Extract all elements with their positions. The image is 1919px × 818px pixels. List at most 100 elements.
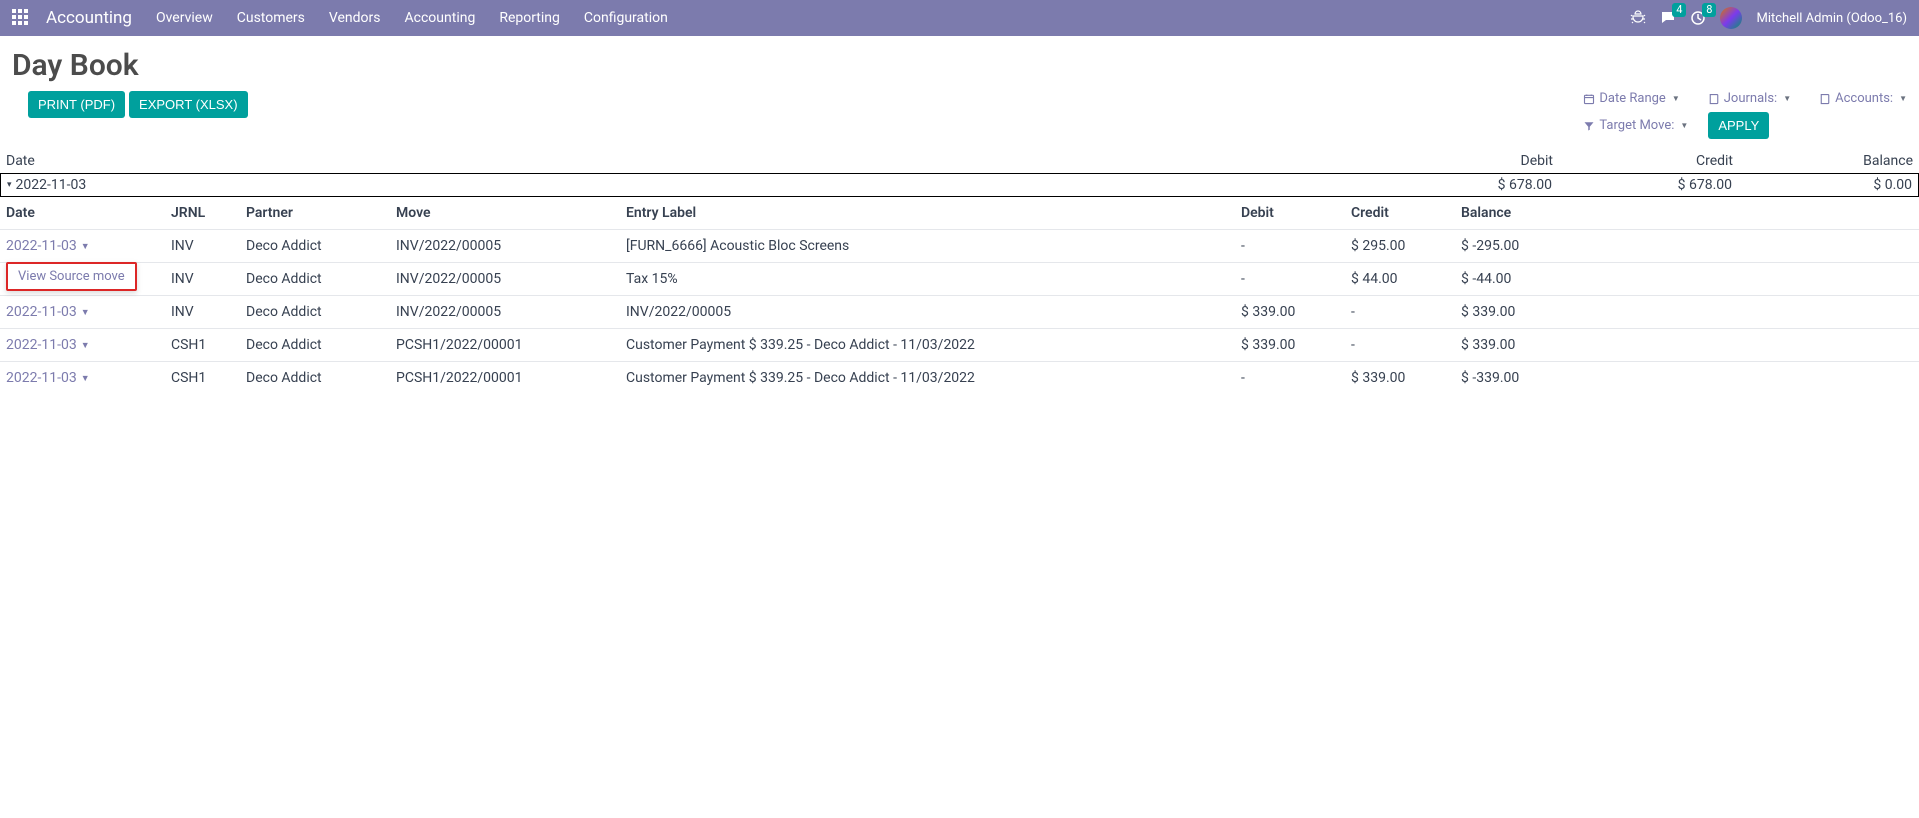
summary-header: Date Debit Credit Balance [0, 149, 1919, 174]
avatar[interactable] [1720, 7, 1742, 29]
print-pdf-button[interactable]: PRINT (PDF) [28, 91, 125, 118]
dh-date: Date [6, 205, 171, 221]
nav-overview[interactable]: Overview [156, 10, 213, 26]
view-source-move-item[interactable]: View Source move [8, 264, 135, 289]
export-xlsx-button[interactable]: EXPORT (XLSX) [129, 91, 248, 118]
row-date-link[interactable]: 2022-11-03 ▼ [6, 370, 90, 386]
row-credit: - [1351, 304, 1461, 320]
accounts-filter[interactable]: Accounts: [1819, 91, 1907, 106]
page-title: Day Book [12, 48, 1907, 83]
row-debit: - [1241, 238, 1351, 254]
summary-row: ▾ 2022-11-03 $ 678.00 $ 678.00 $ 0.00 [0, 174, 1919, 197]
triangle-down-icon: ▾ [7, 180, 12, 190]
row-credit: $ 44.00 [1351, 271, 1461, 287]
row-date-link[interactable]: 2022-11-03 ▼ [6, 304, 90, 320]
table-row: 2022-11-03 ▼CSH1Deco AddictPCSH1/2022/00… [0, 361, 1919, 394]
nav-menu: Overview Customers Vendors Accounting Re… [156, 10, 668, 26]
row-date-link[interactable]: 2022-11-03 ▼ [6, 337, 90, 353]
summary-date-toggle[interactable]: ▾ 2022-11-03 [7, 177, 1372, 193]
date-range-filter[interactable]: Date Range [1583, 91, 1679, 106]
row-partner: Deco Addict [246, 370, 396, 386]
target-move-filter[interactable]: Target Move: [1583, 118, 1688, 133]
app-name[interactable]: Accounting [46, 8, 132, 28]
user-name[interactable]: Mitchell Admin (Odoo_16) [1756, 11, 1907, 26]
row-jrnl: INV [171, 238, 246, 254]
row-jrnl: CSH1 [171, 337, 246, 353]
nav-left: Accounting Overview Customers Vendors Ac… [12, 8, 668, 28]
apply-button[interactable]: APPLY [1708, 112, 1769, 139]
journals-filter[interactable]: Journals: [1708, 91, 1791, 106]
activities-icon[interactable]: 8 [1690, 10, 1706, 26]
col-balance: Balance [1733, 153, 1913, 169]
accounts-label: Accounts: [1835, 91, 1893, 106]
row-entry: Tax 15% [626, 271, 1241, 287]
row-partner: Deco Addict [246, 304, 396, 320]
summary-credit: $ 678.00 [1552, 177, 1732, 193]
row-move: INV/2022/00005 [396, 238, 626, 254]
nav-customers[interactable]: Customers [237, 10, 305, 26]
book-icon [1819, 93, 1831, 105]
messages-icon[interactable]: 4 [1660, 10, 1676, 26]
dh-balance: Balance [1461, 205, 1571, 221]
filter-icon [1583, 120, 1595, 132]
row-entry: [FURN_6666] Acoustic Bloc Screens [626, 238, 1241, 254]
row-partner: Deco Addict [246, 337, 396, 353]
nav-vendors[interactable]: Vendors [329, 10, 381, 26]
journals-label: Journals: [1724, 91, 1777, 106]
row-entry: Customer Payment $ 339.25 - Deco Addict … [626, 337, 1241, 353]
filters-right: Date Range Journals: Accounts: Target Mo… [1583, 91, 1907, 139]
row-jrnl: INV [171, 271, 246, 287]
target-move-label: Target Move: [1599, 118, 1674, 133]
control-bar: PRINT (PDF) EXPORT (XLSX) Date Range Jou… [0, 91, 1919, 149]
row-move: INV/2022/00005 [396, 304, 626, 320]
dh-jrnl: JRNL [171, 205, 246, 221]
dh-entry: Entry Label [626, 205, 1241, 221]
book-icon [1708, 93, 1720, 105]
row-debit: - [1241, 271, 1351, 287]
table-row: 2022-11-03 ▼View Source moveINVDeco Addi… [0, 229, 1919, 262]
row-debit: - [1241, 370, 1351, 386]
row-date-link[interactable]: 2022-11-03 ▼ [6, 238, 90, 254]
row-balance: $ -295.00 [1461, 238, 1571, 254]
row-balance: $ -44.00 [1461, 271, 1571, 287]
row-date-cell: 2022-11-03 ▼View Source move [6, 238, 171, 254]
col-date: Date [6, 153, 1373, 169]
col-debit: Debit [1373, 153, 1553, 169]
row-balance: $ -339.00 [1461, 370, 1571, 386]
messages-badge: 4 [1672, 3, 1686, 17]
dh-partner: Partner [246, 205, 396, 221]
row-partner: Deco Addict [246, 271, 396, 287]
summary-debit: $ 678.00 [1372, 177, 1552, 193]
apps-icon[interactable] [12, 9, 30, 27]
table-row: 2022-11-03 ▼ INVDeco AddictINV/2022/00005… [0, 295, 1919, 328]
date-range-label: Date Range [1599, 91, 1665, 106]
detail-body: 2022-11-03 ▼View Source moveINVDeco Addi… [0, 229, 1919, 394]
row-move: INV/2022/00005 [396, 271, 626, 287]
row-balance: $ 339.00 [1461, 304, 1571, 320]
row-credit: $ 295.00 [1351, 238, 1461, 254]
row-credit: - [1351, 337, 1461, 353]
row-debit: $ 339.00 [1241, 337, 1351, 353]
activities-badge: 8 [1702, 3, 1716, 17]
row-jrnl: INV [171, 304, 246, 320]
nav-reporting[interactable]: Reporting [499, 10, 560, 26]
row-jrnl: CSH1 [171, 370, 246, 386]
row-credit: $ 339.00 [1351, 370, 1461, 386]
row-date-cell: 2022-11-03 ▼ [6, 304, 171, 320]
view-source-move-dropdown: View Source move [6, 262, 137, 291]
row-balance: $ 339.00 [1461, 337, 1571, 353]
navbar: Accounting Overview Customers Vendors Ac… [0, 0, 1919, 36]
calendar-icon [1583, 93, 1595, 105]
table-row: INVDeco AddictINV/2022/00005Tax 15%-$ 44… [0, 262, 1919, 295]
nav-accounting[interactable]: Accounting [405, 10, 476, 26]
row-date-cell: 2022-11-03 ▼ [6, 370, 171, 386]
summary-date: 2022-11-03 [16, 177, 87, 193]
row-partner: Deco Addict [246, 238, 396, 254]
row-debit: $ 339.00 [1241, 304, 1351, 320]
col-credit: Credit [1553, 153, 1733, 169]
row-entry: Customer Payment $ 339.25 - Deco Addict … [626, 370, 1241, 386]
nav-right: 4 8 Mitchell Admin (Odoo_16) [1630, 7, 1907, 29]
nav-configuration[interactable]: Configuration [584, 10, 668, 26]
summary-balance: $ 0.00 [1732, 177, 1912, 193]
bug-icon[interactable] [1630, 10, 1646, 26]
